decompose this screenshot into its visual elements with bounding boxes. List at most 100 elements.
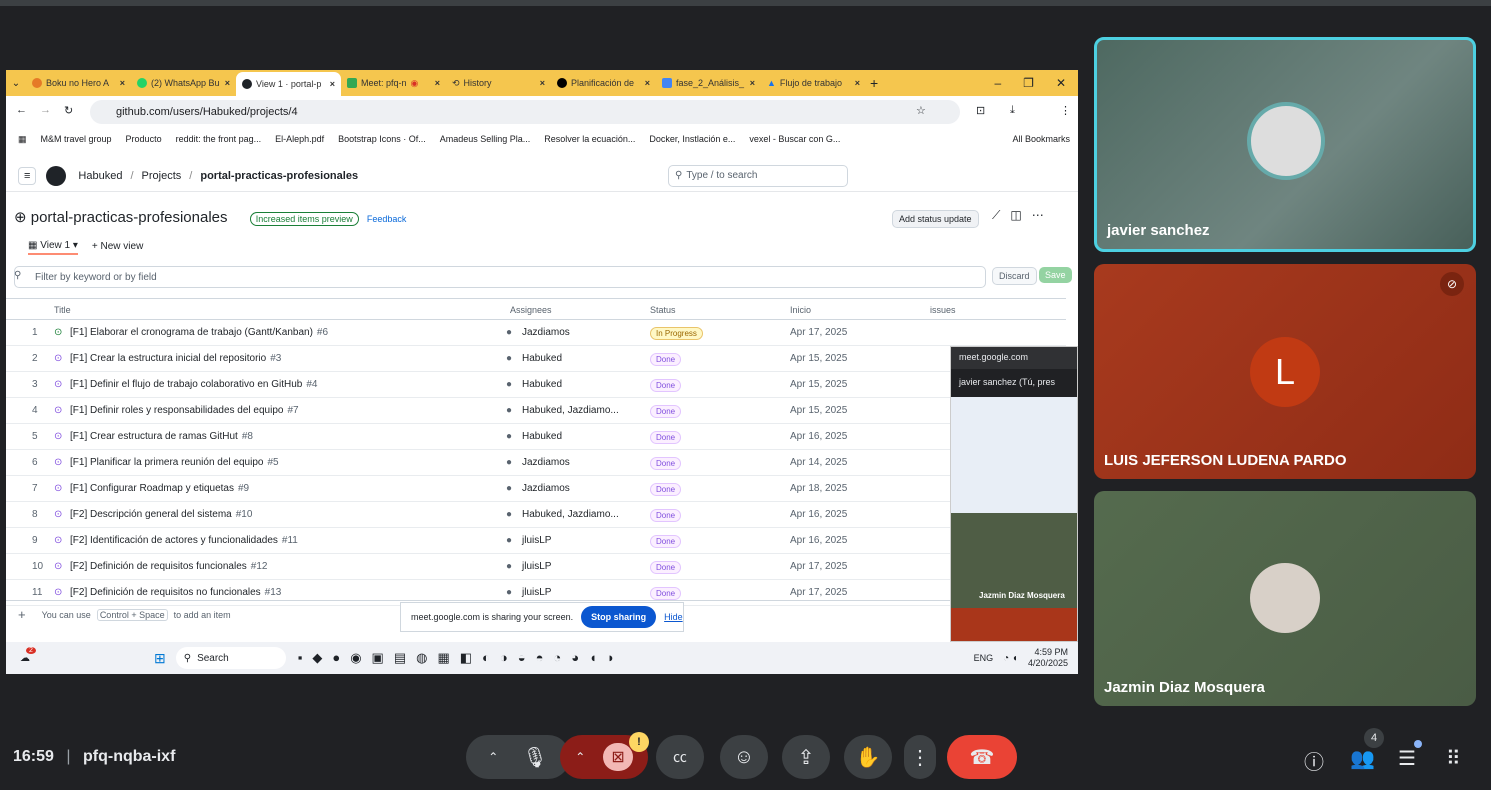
back-icon[interactable]: ← bbox=[16, 104, 27, 116]
row-date[interactable]: Apr 14, 2025 bbox=[790, 457, 847, 468]
bookmark-item[interactable]: Docker, Instlación e... bbox=[649, 134, 735, 144]
participant-tile-jazmin[interactable]: Jazmin Diaz Mosquera bbox=[1094, 491, 1476, 706]
breadcrumb-projects[interactable]: Projects bbox=[142, 170, 182, 182]
close-icon[interactable]: × bbox=[645, 78, 650, 88]
row-title[interactable]: [F2] Definición de requisitos no funcion… bbox=[70, 587, 261, 598]
close-icon[interactable]: × bbox=[435, 78, 440, 88]
stop-sharing-button[interactable]: Stop sharing bbox=[581, 606, 657, 628]
status-badge[interactable]: Done bbox=[650, 379, 682, 392]
row-date[interactable]: Apr 17, 2025 bbox=[790, 587, 847, 598]
table-row[interactable]: 6 ⊙ [F1] Planificar la primera reunión del… bbox=[6, 450, 1066, 476]
tab-drive[interactable]: ▲ Flujo de trabajo × bbox=[761, 72, 866, 94]
tab-search-icon[interactable]: ⌄ bbox=[6, 78, 26, 89]
bookmark-item[interactable]: M&M travel group bbox=[41, 134, 112, 144]
preview-pill[interactable]: Increased items preview bbox=[249, 212, 359, 226]
taskbar-search[interactable]: ⚲ Search bbox=[175, 647, 286, 669]
row-assignee[interactable]: Habuked bbox=[522, 353, 562, 364]
bookmark-item[interactable]: Bootstrap Icons · Of... bbox=[338, 134, 426, 144]
participant-tile-javier[interactable]: javier sanchez bbox=[1094, 37, 1476, 252]
github-search-input[interactable]: ⚲ Type / to search bbox=[668, 164, 848, 187]
tab-planificacion[interactable]: Planificación de × bbox=[551, 72, 656, 94]
status-badge[interactable]: Done bbox=[650, 353, 682, 366]
present-button[interactable]: ⇪ bbox=[782, 735, 830, 779]
table-row[interactable]: 5 ⊙ [F1] Crear estructura de ramas GitHut #… bbox=[6, 424, 1066, 450]
minimize-icon[interactable]: – bbox=[994, 76, 1001, 90]
col-title[interactable]: Title bbox=[54, 305, 71, 315]
forward-icon[interactable]: → bbox=[40, 104, 51, 116]
weather-icon[interactable]: ☁ 2 bbox=[20, 646, 36, 664]
status-badge[interactable]: Done bbox=[650, 535, 682, 548]
row-assignee[interactable]: Habuked bbox=[522, 379, 562, 390]
status-badge[interactable]: Done bbox=[650, 509, 682, 522]
table-row[interactable]: 9 ⊙ [F2] Identificación de actores y funci… bbox=[6, 528, 1066, 554]
status-badge[interactable]: Done bbox=[650, 405, 682, 418]
feedback-link[interactable]: Feedback bbox=[367, 214, 407, 224]
discard-button[interactable]: Discard bbox=[992, 267, 1037, 285]
row-title[interactable]: [F1] Crear la estructura inicial del rep… bbox=[70, 353, 266, 364]
tab-docs[interactable]: fase_2_Análisis_ × bbox=[656, 72, 761, 94]
bookmark-item[interactable]: Amadeus Selling Pla... bbox=[440, 134, 531, 144]
github-logo-icon[interactable] bbox=[46, 165, 67, 186]
row-date[interactable]: Apr 15, 2025 bbox=[790, 353, 847, 364]
row-assignee[interactable]: Jazdiamos bbox=[522, 483, 570, 494]
panel-icon[interactable]: ◫ bbox=[1010, 208, 1021, 223]
reload-icon[interactable]: ↻ bbox=[64, 104, 73, 117]
table-row[interactable]: 10 ⊙ [F2] Definición de requisitos funcion… bbox=[6, 554, 1066, 580]
row-date[interactable]: Apr 18, 2025 bbox=[790, 483, 847, 494]
bookmark-item[interactable]: Producto bbox=[126, 134, 162, 144]
insights-icon[interactable]: ⟋ bbox=[992, 208, 1000, 223]
row-title[interactable]: [F2] Definición de requisitos funcionale… bbox=[70, 561, 247, 572]
row-assignee[interactable]: Habuked, Jazdiamo... bbox=[522, 405, 619, 416]
extensions-icon[interactable]: ⊡ bbox=[976, 104, 985, 117]
new-tab-icon[interactable]: + bbox=[870, 75, 878, 91]
language[interactable]: ENG bbox=[974, 653, 994, 663]
apps-icon[interactable]: ▦ bbox=[18, 134, 27, 145]
row-title[interactable]: [F1] Planificar la primera reunión del e… bbox=[70, 457, 263, 468]
taskbar-apps[interactable]: ▪◆●◉▣▤◍▦◧◐◑◒◓◔◕◖◗ bbox=[298, 650, 625, 666]
close-icon[interactable]: × bbox=[225, 78, 230, 88]
table-row[interactable]: 7 ⊙ [F1] Configurar Roadmap y etiquetas #9 ●… bbox=[6, 476, 1066, 502]
close-icon[interactable]: × bbox=[330, 79, 335, 89]
bookmark-item[interactable]: Resolver la ecuación... bbox=[544, 134, 635, 144]
mic-options-icon[interactable]: ⌃ bbox=[488, 750, 498, 764]
meeting-code[interactable]: pfq-nqba-ixf bbox=[83, 748, 175, 765]
taskbar-clock[interactable]: 4:59 PM 4/20/2025 bbox=[1028, 647, 1068, 669]
row-date[interactable]: Apr 16, 2025 bbox=[790, 509, 847, 520]
close-icon[interactable]: × bbox=[120, 78, 125, 88]
row-date[interactable]: Apr 16, 2025 bbox=[790, 431, 847, 442]
wifi-icon[interactable]: ◔ ◖ bbox=[1003, 653, 1018, 664]
bookmark-item[interactable]: reddit: the front pag... bbox=[176, 134, 262, 144]
breadcrumb-project[interactable]: portal-practicas-profesionales bbox=[200, 170, 358, 182]
new-view-button[interactable]: + New view bbox=[92, 241, 143, 252]
info-icon[interactable]: ⓘ bbox=[1304, 746, 1324, 775]
table-row[interactable]: 3 ⊙ [F1] Definir el flujo de trabajo colab… bbox=[6, 372, 1066, 398]
status-badge[interactable]: Done bbox=[650, 483, 682, 496]
more-options-button[interactable]: ⋮ bbox=[904, 735, 936, 779]
row-assignee[interactable]: Jazdiamos bbox=[522, 457, 570, 468]
participant-tile-luis[interactable]: ⊘ L LUIS JEFERSON LUDENA PARDO bbox=[1094, 264, 1476, 479]
row-title[interactable]: [F2] Identificación de actores y funcion… bbox=[70, 535, 278, 546]
row-title[interactable]: [F1] Definir roles y responsabilidades d… bbox=[70, 405, 283, 416]
row-title[interactable]: [F1] Elaborar el cronograma de trabajo (… bbox=[70, 327, 313, 338]
row-date[interactable]: Apr 17, 2025 bbox=[790, 561, 847, 572]
breadcrumb-owner[interactable]: Habuked bbox=[78, 170, 122, 182]
mic-icon[interactable]: 🎙 bbox=[522, 745, 547, 770]
row-assignee[interactable]: jluisLP bbox=[522, 561, 551, 572]
row-assignee[interactable]: Habuked, Jazdiamo... bbox=[522, 509, 619, 520]
tab-view-1[interactable]: ▦ View 1 ▾ bbox=[28, 238, 78, 255]
close-icon[interactable]: × bbox=[540, 78, 545, 88]
hide-link[interactable]: Hide bbox=[664, 612, 683, 622]
camera-options-icon[interactable]: ⌃ bbox=[575, 750, 585, 764]
more-icon[interactable]: ⋯ bbox=[1032, 208, 1044, 223]
row-title[interactable]: [F2] Descripción general del sistema bbox=[70, 509, 232, 520]
status-badge[interactable]: Done bbox=[650, 587, 682, 600]
col-assignees[interactable]: Assignees bbox=[510, 305, 552, 315]
table-row[interactable]: 1 ⊙ [F1] Elaborar el cronograma de trabajo… bbox=[6, 320, 1066, 346]
download-icon[interactable]: ⤓ bbox=[1010, 104, 1015, 117]
leave-call-button[interactable]: ☎ bbox=[947, 735, 1017, 779]
windows-start-icon[interactable]: ⊞ bbox=[154, 650, 166, 667]
people-icon[interactable]: 👥 bbox=[1350, 746, 1375, 771]
table-row[interactable]: 4 ⊙ [F1] Definir roles y responsabilidades… bbox=[6, 398, 1066, 424]
menu-icon[interactable]: ⋮ bbox=[1060, 104, 1071, 117]
row-assignee[interactable]: Habuked bbox=[522, 431, 562, 442]
